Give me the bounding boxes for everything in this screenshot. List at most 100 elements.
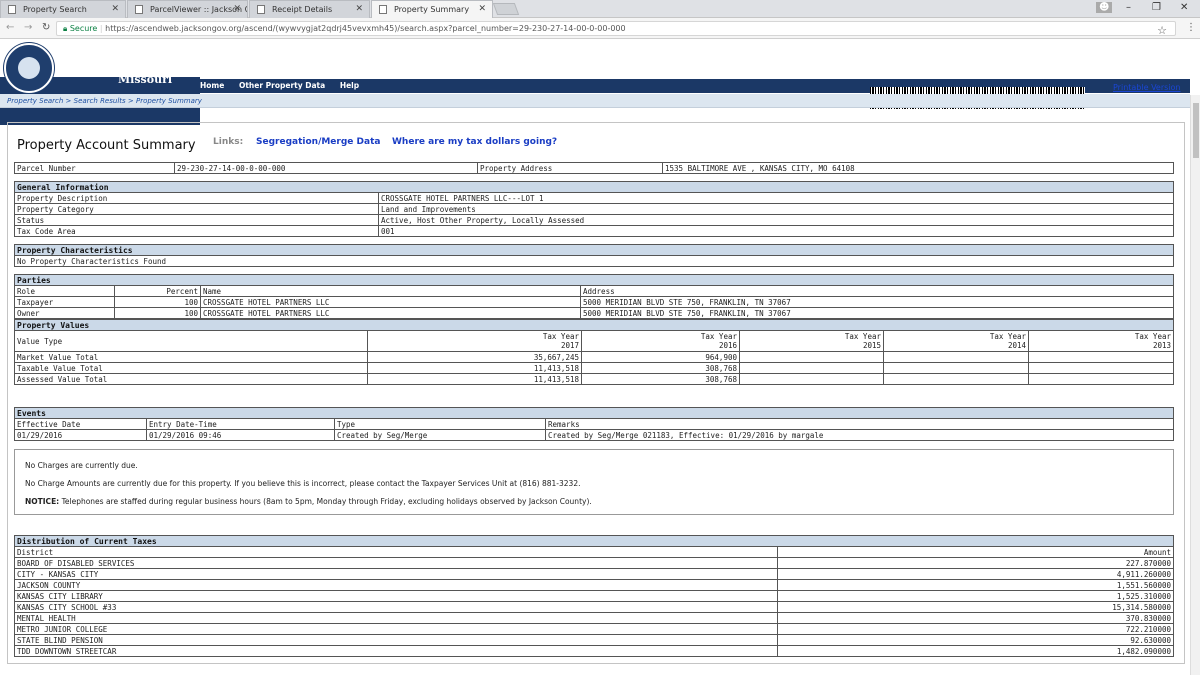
profile-icon[interactable]: ☻ [1096,2,1113,13]
general-info-table: General Information Property Description… [14,181,1174,237]
characteristics-heading: Property Characteristics [14,244,1174,256]
bookmark-star-icon[interactable]: ☆ [1157,24,1167,37]
general-label: Tax Code Area [14,225,379,237]
district-amount: 15,314.580000 [777,601,1174,613]
browser-tab-1[interactable]: Property Search ✕ [0,0,126,18]
reload-icon[interactable]: ↻ [42,22,50,33]
column-header: Role [14,285,115,297]
column-header: Amount [777,546,1174,558]
district-name: METRO JUNIOR COLLEGE [14,623,778,635]
district-name: KANSAS CITY LIBRARY [14,590,778,602]
browser-tab-4[interactable]: Property Summary ✕ [371,0,493,19]
parties-table: Parties Role Percent Name Address Taxpay… [14,274,1174,319]
party-name: CROSSGATE HOTEL PARTNERS LLC [200,296,581,308]
restore-icon[interactable]: ❐ [1152,2,1161,13]
general-value: Land and Improvements [378,203,1174,215]
events-heading: Events [14,407,1174,419]
district-name: CITY - KANSAS CITY [14,568,778,580]
table-row: Assessed Value Total 11,413,518 308,768 [14,373,1174,385]
column-header: Entry Date-Time [146,418,335,430]
value-cell [1028,373,1174,385]
table-row: Tax Code Area 001 [14,225,1174,237]
close-window-icon[interactable]: ✕ [1180,2,1188,13]
segregation-merge-link[interactable]: Segregation/Merge Data [256,137,380,147]
tax-year-header: Tax Year 2014 [883,330,1029,352]
general-value: Active, Host Other Property, Locally Ass… [378,214,1174,226]
value-cell [883,373,1029,385]
general-label: Status [14,214,379,226]
table-row: KANSAS CITY LIBRARY 1,525.310000 [14,590,1174,602]
table-row: STATE BLIND PENSION 92.630000 [14,634,1174,646]
close-icon[interactable]: ✕ [233,4,241,14]
notice-text: NOTICE: Telephones are staffed during re… [25,497,1163,506]
close-icon[interactable]: ✕ [111,4,119,14]
party-name: CROSSGATE HOTEL PARTNERS LLC [200,307,581,319]
browser-tab-3[interactable]: Receipt Details ✕ [249,0,370,18]
characteristics-text: No Property Characteristics Found [14,255,1174,267]
district-name: STATE BLIND PENSION [14,634,778,646]
browser-tab-2[interactable]: ParcelViewer :: Jackson C ✕ [127,0,248,18]
value-cell [883,351,1029,363]
close-icon[interactable]: ✕ [478,4,486,14]
tax-year-value: 2014 [1007,341,1026,350]
main-content: Property Account Summary Links: Segregat… [7,122,1185,664]
value-cell: 11,413,518 [367,362,582,374]
event-entry-datetime: 01/29/2016 09:46 [146,429,335,441]
district-name: KANSAS CITY SCHOOL #33 [14,601,778,613]
characteristics-table: Property Characteristics No Property Cha… [14,244,1174,267]
no-charges-text: No Charges are currently due. [25,461,138,470]
links-label: Links: [213,137,244,147]
general-label: Property Description [14,192,379,204]
district-amount: 722.210000 [777,623,1174,635]
column-header: Address [580,285,1174,297]
column-header: Remarks [545,418,1174,430]
value-cell: 964,900 [581,351,740,363]
value-type: Market Value Total [14,351,368,363]
table-row: 01/29/2016 01/29/2016 09:46 Created by S… [14,429,1174,441]
menu-other-property-data[interactable]: Other Property Data [239,81,325,90]
browser-tab-strip: Property Search ✕ ParcelViewer :: Jackson… [0,0,1200,19]
parcel-number-label: Parcel Number [14,162,175,174]
vertical-scrollbar[interactable] [1190,95,1200,675]
tax-year-label: Tax Year [1134,332,1171,341]
back-icon[interactable]: ← [6,22,14,33]
minimize-icon[interactable]: – [1126,2,1131,13]
menu-home[interactable]: Home [200,81,224,90]
tax-year-label: Tax Year [542,332,579,341]
printable-version-link[interactable]: Printable Version [1113,83,1181,92]
party-percent: 100 [114,307,201,319]
value-type: Taxable Value Total [14,362,368,374]
new-tab-button[interactable] [492,3,520,15]
district-amount: 370.830000 [777,612,1174,624]
general-info-heading: General Information [14,181,1174,193]
property-address-label: Property Address [477,162,663,174]
notice-label: NOTICE: [25,497,60,506]
page-icon [8,5,16,14]
table-row: Property Description CROSSGATE HOTEL PART… [14,192,1174,204]
close-icon[interactable]: ✕ [355,4,363,14]
table-row: Taxable Value Total 11,413,518 308,768 [14,362,1174,374]
scroll-thumb[interactable] [1193,103,1199,158]
value-cell: 308,768 [581,362,740,374]
notice-body: Telephones are staffed during regular bu… [59,497,592,506]
charges-message: No Charges are currently due. No Charge … [14,449,1174,515]
breadcrumb[interactable]: Property Search > Search Results > Prope… [0,94,1190,108]
district-name: BOARD OF DISABLED SERVICES [14,557,778,569]
column-header: Effective Date [14,418,147,430]
url-field[interactable]: 🔒︎ Secure | https://ascendweb.jacksongov… [56,21,1176,37]
value-cell: 308,768 [581,373,740,385]
site-title: Jackson County [62,54,193,72]
value-cell [739,362,884,374]
tax-dollars-link[interactable]: Where are my tax dollars going? [392,137,557,147]
value-cell [883,362,1029,374]
tax-year-header: Tax Year 2013 [1028,330,1174,352]
menu-kebab-icon[interactable]: ⋮ [1186,22,1196,33]
table-row: MENTAL HEALTH 370.830000 [14,612,1174,624]
menu-help[interactable]: Help [340,81,359,90]
event-type: Created by Seg/Merge [334,429,546,441]
table-row: Owner 100 CROSSGATE HOTEL PARTNERS LLC 5… [14,307,1174,319]
property-address-value: 1535 BALTIMORE AVE , KANSAS CITY, MO 641… [662,162,1174,174]
table-row: CITY - KANSAS CITY 4,911.260000 [14,568,1174,580]
forward-icon[interactable]: → [24,22,32,33]
district-amount: 1,525.310000 [777,590,1174,602]
